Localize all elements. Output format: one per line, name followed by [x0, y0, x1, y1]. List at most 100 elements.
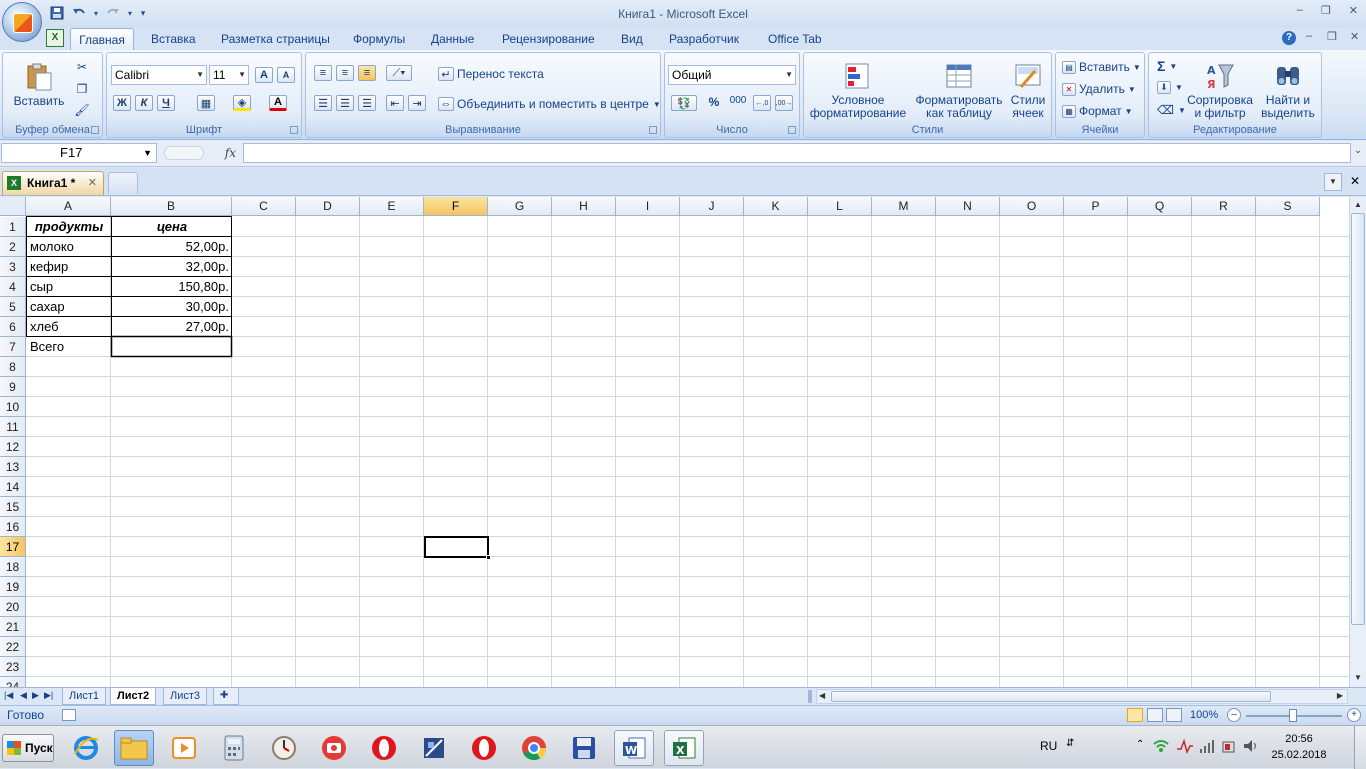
cell-a3[interactable]: кефир	[27, 257, 111, 277]
row-header-14[interactable]: 14	[0, 477, 26, 497]
power-icon[interactable]	[1220, 737, 1238, 755]
column-header-i[interactable]: I	[616, 197, 680, 216]
page-break-view-icon[interactable]	[1166, 708, 1182, 722]
insert-sheet-button[interactable]: ✚	[213, 688, 239, 705]
keyboard-layout-icon[interactable]: ⇵	[1066, 738, 1074, 749]
column-header-n[interactable]: N	[936, 197, 1000, 216]
format-as-table-button[interactable]: Форматировать как таблицу	[912, 57, 1006, 123]
tab-split-handle[interactable]	[808, 690, 812, 703]
horizontal-scroll-thumb[interactable]	[831, 691, 1271, 702]
dialog-launcher-icon[interactable]	[788, 126, 796, 134]
doc-close-icon[interactable]: ✕	[1350, 30, 1359, 43]
show-hidden-icons[interactable]: ⌃	[1136, 739, 1144, 750]
insert-function-button[interactable]: fx	[160, 143, 240, 163]
delete-cells-button[interactable]: ✕ Удалить ▼	[1062, 80, 1136, 98]
tab-page-layout[interactable]: Разметка страницы	[217, 28, 334, 50]
row-header-3[interactable]: 3	[0, 257, 26, 277]
conditional-formatting-button[interactable]: Условное форматирование	[806, 57, 910, 123]
row-header-12[interactable]: 12	[0, 437, 26, 457]
row-header-5[interactable]: 5	[0, 297, 26, 317]
sheet-tab-2[interactable]: Лист2	[110, 688, 157, 705]
dialog-launcher-icon[interactable]	[91, 126, 99, 134]
tab-review[interactable]: Рецензирование	[498, 28, 599, 50]
cell-a2[interactable]: молоко	[27, 237, 111, 257]
opera-icon[interactable]	[364, 730, 404, 766]
normal-view-icon[interactable]	[1127, 708, 1143, 722]
fill-handle[interactable]	[486, 555, 491, 560]
horizontal-scrollbar[interactable]: ◀ ▶	[816, 689, 1348, 704]
scroll-down-icon[interactable]: ▼	[1351, 671, 1365, 685]
tab-insert[interactable]: Вставка	[147, 28, 200, 50]
row-header-4[interactable]: 4	[0, 277, 26, 297]
font-name-combo[interactable]: Calibri ▼	[111, 65, 207, 85]
sheet-nav-last-icon[interactable]: ▶|	[44, 690, 53, 701]
tab-formulas[interactable]: Формулы	[349, 28, 409, 50]
align-center-button[interactable]: ☰	[336, 95, 354, 111]
sheet-tab-3[interactable]: Лист3	[163, 688, 208, 705]
currency-button[interactable]: 💱	[671, 95, 697, 111]
row-header-18[interactable]: 18	[0, 557, 26, 577]
column-header-f[interactable]: F	[424, 197, 488, 216]
tab-office-tab[interactable]: Office Tab	[764, 28, 826, 50]
paste-button[interactable]: Вставить	[9, 57, 69, 113]
restore-button[interactable]: ❐	[1321, 4, 1331, 17]
file-explorer-icon[interactable]	[114, 730, 154, 766]
column-header-k[interactable]: K	[744, 197, 808, 216]
select-all-corner[interactable]	[0, 197, 26, 216]
insert-cells-button[interactable]: ▤ Вставить ▼	[1062, 58, 1141, 76]
media-player-icon[interactable]	[164, 730, 204, 766]
program-icon[interactable]	[414, 730, 454, 766]
cell-a6[interactable]: хлеб	[27, 317, 111, 337]
signal-icon[interactable]	[1198, 737, 1216, 755]
row-header-11[interactable]: 11	[0, 417, 26, 437]
grow-font-button[interactable]: A	[255, 67, 273, 83]
row-header-21[interactable]: 21	[0, 617, 26, 637]
autosum-button[interactable]: Σ ▼	[1157, 58, 1177, 74]
wrap-text-button[interactable]: ↵ Перенос текста	[438, 65, 544, 83]
row-header-16[interactable]: 16	[0, 517, 26, 537]
shrink-font-button[interactable]: A	[277, 67, 295, 83]
row-header-7[interactable]: 7	[0, 337, 26, 357]
save-disk-icon[interactable]	[564, 730, 604, 766]
column-header-s[interactable]: S	[1256, 197, 1320, 216]
font-size-combo[interactable]: 11 ▼	[209, 65, 249, 85]
thousands-button[interactable]: 000	[727, 95, 749, 106]
column-header-q[interactable]: Q	[1128, 197, 1192, 216]
clock-time[interactable]: 20:56	[1274, 733, 1324, 745]
increase-indent-button[interactable]: ⇥	[408, 95, 426, 111]
tab-developer[interactable]: Разработчик	[665, 28, 743, 50]
row-header-23[interactable]: 23	[0, 657, 26, 677]
percent-button[interactable]: %	[705, 95, 723, 109]
column-header-a[interactable]: A	[26, 197, 111, 216]
tab-view[interactable]: Вид	[617, 28, 647, 50]
doc-minimize-icon[interactable]: –	[1306, 30, 1312, 42]
minimize-button[interactable]: –	[1297, 4, 1303, 17]
row-header-8[interactable]: 8	[0, 357, 26, 377]
column-header-p[interactable]: P	[1064, 197, 1128, 216]
tab-list-dropdown-icon[interactable]: ▼	[1324, 173, 1342, 191]
column-header-c[interactable]: C	[232, 197, 296, 216]
zoom-in-icon[interactable]: +	[1347, 708, 1361, 722]
screenshot-tool-icon[interactable]	[314, 730, 354, 766]
column-header-d[interactable]: D	[296, 197, 360, 216]
close-workbook-icon[interactable]: ✕	[1346, 173, 1364, 191]
vertical-scroll-thumb[interactable]	[1351, 213, 1365, 625]
dialog-launcher-icon[interactable]	[290, 126, 298, 134]
italic-button[interactable]: К	[135, 95, 153, 111]
row-header-6[interactable]: 6	[0, 317, 26, 337]
chrome-icon[interactable]	[514, 730, 554, 766]
column-header-g[interactable]: G	[488, 197, 552, 216]
new-tab-button[interactable]	[108, 172, 138, 194]
cell-b5[interactable]: 30,00р.	[112, 297, 232, 317]
doc-restore-icon[interactable]: ❐	[1327, 30, 1337, 43]
align-left-button[interactable]: ☰	[314, 95, 332, 111]
cell-b7[interactable]	[112, 337, 232, 357]
tab-data[interactable]: Данные	[427, 28, 478, 50]
formula-input[interactable]	[243, 143, 1351, 163]
column-header-m[interactable]: M	[872, 197, 936, 216]
row-header-24[interactable]: 24	[0, 677, 26, 687]
number-format-combo[interactable]: Общий ▼	[668, 65, 796, 85]
scroll-right-icon[interactable]: ▶	[1337, 691, 1343, 700]
scroll-up-icon[interactable]: ▲	[1351, 198, 1365, 212]
cell-b6[interactable]: 27,00р.	[112, 317, 232, 337]
